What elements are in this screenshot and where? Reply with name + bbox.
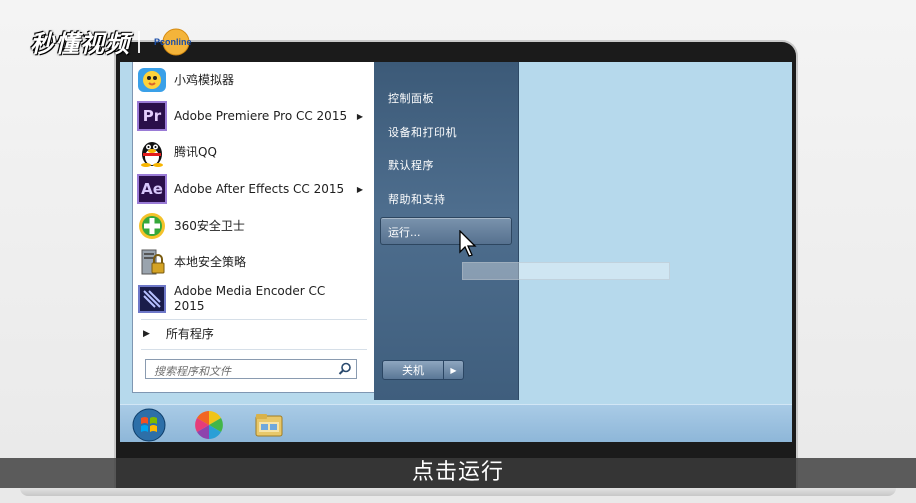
mouse-cursor-icon — [459, 230, 477, 257]
ghost-tooltip — [462, 262, 670, 280]
local-security-policy-icon — [137, 247, 167, 277]
start-button[interactable] — [132, 408, 166, 442]
search-box[interactable] — [145, 359, 357, 381]
logo-separator — [138, 30, 140, 53]
pconline-logo-icon: Pconline — [154, 28, 192, 55]
start-menu-programs-panel: 小鸡模拟器 Pr Adobe Premiere Pro CC 2015 ▶ 腾讯… — [132, 62, 376, 393]
program-label: Adobe After Effects CC 2015 — [174, 181, 345, 196]
program-item-local-security-policy[interactable]: 本地安全策略 — [137, 246, 371, 278]
menu-item-control-panel[interactable]: 控制面板 — [388, 90, 434, 106]
program-item-360-security[interactable]: 360安全卫士 — [137, 210, 371, 242]
menu-item-help-support[interactable]: 帮助和支持 — [388, 191, 446, 207]
program-label: 本地安全策略 — [174, 254, 247, 269]
start-menu-right-panel: 控制面板 设备和打印机 默认程序 帮助和支持 运行... 关机 ▶ — [374, 62, 519, 400]
menu-item-devices-printers[interactable]: 设备和打印机 — [388, 124, 457, 140]
laptop-base — [20, 488, 896, 496]
program-item-after-effects[interactable]: Ae Adobe After Effects CC 2015 ▶ — [137, 173, 371, 205]
search-input[interactable] — [146, 362, 334, 381]
shutdown-group: 关机 ▶ — [382, 360, 468, 380]
menu-separator — [141, 349, 367, 350]
brand-text: 秒懂视频 — [30, 30, 130, 58]
qq-penguin-icon — [137, 137, 167, 167]
media-encoder-icon — [137, 284, 167, 314]
taskbar-file-explorer[interactable] — [252, 408, 286, 442]
menu-item-default-programs[interactable]: 默认程序 — [388, 157, 434, 173]
program-item-media-encoder[interactable]: Adobe Media Encoder CC 2015 — [137, 282, 371, 316]
program-label: Adobe Media Encoder CC 2015 — [174, 284, 326, 313]
desktop-screen: 小鸡模拟器 Pr Adobe Premiere Pro CC 2015 ▶ 腾讯… — [120, 62, 792, 442]
pinwheel-icon — [195, 411, 223, 439]
program-label: 腾讯QQ — [174, 144, 217, 159]
all-programs-label: 所有程序 — [165, 327, 214, 341]
all-programs-link[interactable]: ▶ 所有程序 — [143, 325, 214, 342]
premiere-pro-icon: Pr — [137, 101, 167, 131]
program-item-qq[interactable]: 腾讯QQ — [137, 136, 371, 168]
program-label: 小鸡模拟器 — [174, 72, 235, 87]
windows-orb-icon — [132, 408, 166, 442]
camera-dots — [406, 52, 506, 67]
subtitle-text: 点击运行 — [411, 460, 504, 485]
shutdown-options-arrow-icon[interactable]: ▶ — [444, 360, 464, 380]
after-effects-icon: Ae — [137, 174, 167, 204]
menu-item-run[interactable]: 运行... — [380, 217, 512, 245]
subtitle-bar: 点击运行 — [0, 458, 916, 488]
taskbar-pinwheel-app[interactable] — [192, 408, 226, 442]
program-label: Adobe Premiere Pro CC 2015 — [174, 108, 348, 123]
triangle-right-icon: ▶ — [143, 328, 150, 339]
program-item-chick-emulator[interactable]: 小鸡模拟器 — [137, 64, 371, 96]
after-effects-icon-text: Ae — [141, 180, 163, 198]
premiere-icon-text: Pr — [142, 107, 162, 125]
360-security-icon — [137, 211, 167, 241]
program-label: 360安全卫士 — [174, 218, 245, 233]
search-icon[interactable] — [338, 362, 352, 376]
watermark-logo: 秒懂视频 Pconline — [30, 24, 204, 59]
chick-emulator-icon — [137, 65, 167, 95]
run-label: 运行... — [388, 226, 421, 239]
folder-icon — [255, 414, 283, 437]
partner-text: Pconline — [154, 37, 192, 47]
shutdown-button[interactable]: 关机 — [382, 360, 444, 380]
taskbar — [120, 404, 792, 442]
menu-separator — [141, 319, 367, 320]
submenu-arrow-icon: ▶ — [356, 111, 363, 121]
program-item-premiere-pro[interactable]: Pr Adobe Premiere Pro CC 2015 ▶ — [137, 100, 371, 132]
submenu-arrow-icon: ▶ — [356, 184, 363, 194]
